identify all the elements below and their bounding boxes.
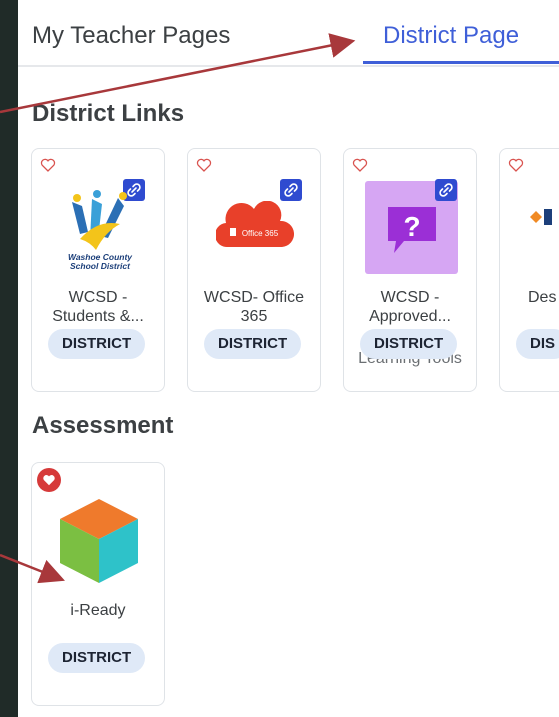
section-title-district-links: District Links (32, 100, 185, 127)
question-bubble-logo: ? (388, 207, 436, 253)
office365-logo: Office 365 (216, 201, 294, 248)
district-card-wcsd-office365[interactable]: Office 365 WCSD- Office 365 DISTRICT (187, 148, 321, 392)
district-page-panel: My Teacher Pages District Page District … (18, 0, 559, 717)
active-tab-indicator (363, 61, 559, 64)
card-name-line2: Approved... (369, 308, 451, 325)
card-name-line1: Des (528, 289, 557, 306)
heart-filled-icon[interactable] (37, 468, 61, 492)
question-mark-glyph: ? (403, 211, 420, 242)
washoe-logo-text-2: School District (70, 261, 131, 269)
partial-logo (530, 209, 552, 225)
district-badge: DISTRICT (360, 329, 458, 359)
tab-district-page[interactable]: District Page (383, 22, 519, 50)
tab-bar: My Teacher Pages District Page (18, 0, 559, 67)
office365-logo-text: Office 365 (242, 229, 279, 238)
district-card-wcsd-students[interactable]: Washoe County School District WCSD - Stu… (31, 148, 165, 392)
tab-my-teacher-pages[interactable]: My Teacher Pages (32, 22, 230, 50)
card-name-line2: 365 (240, 308, 268, 325)
district-card-wcsd-approved[interactable]: ? WCSD - Approved... Learning Tools DIST… (343, 148, 477, 392)
iready-cube-logo (60, 499, 138, 583)
heart-icon[interactable] (196, 157, 212, 173)
washoe-logo: Washoe County School District (68, 190, 133, 269)
assessment-card-iready[interactable]: i-Ready DISTRICT (31, 462, 165, 706)
section-title-assessment: Assessment (32, 412, 174, 439)
link-icon (280, 179, 302, 201)
card-name-line1: WCSD - (380, 289, 440, 306)
link-icon (435, 179, 457, 201)
district-badge: DIS (516, 329, 559, 359)
card-name-line2: Students &... (52, 308, 144, 325)
card-name: i-Ready (70, 602, 126, 619)
heart-icon[interactable] (352, 157, 368, 173)
district-card-partial[interactable]: Des DIS (499, 148, 559, 392)
heart-icon[interactable] (508, 157, 524, 173)
district-badge: DISTRICT (48, 329, 146, 359)
district-badge: DISTRICT (48, 643, 146, 673)
card-name-line1: WCSD- Office (203, 289, 305, 306)
district-badge: DISTRICT (204, 329, 302, 359)
card-name-line1: WCSD - (68, 289, 128, 306)
heart-icon[interactable] (40, 157, 56, 173)
